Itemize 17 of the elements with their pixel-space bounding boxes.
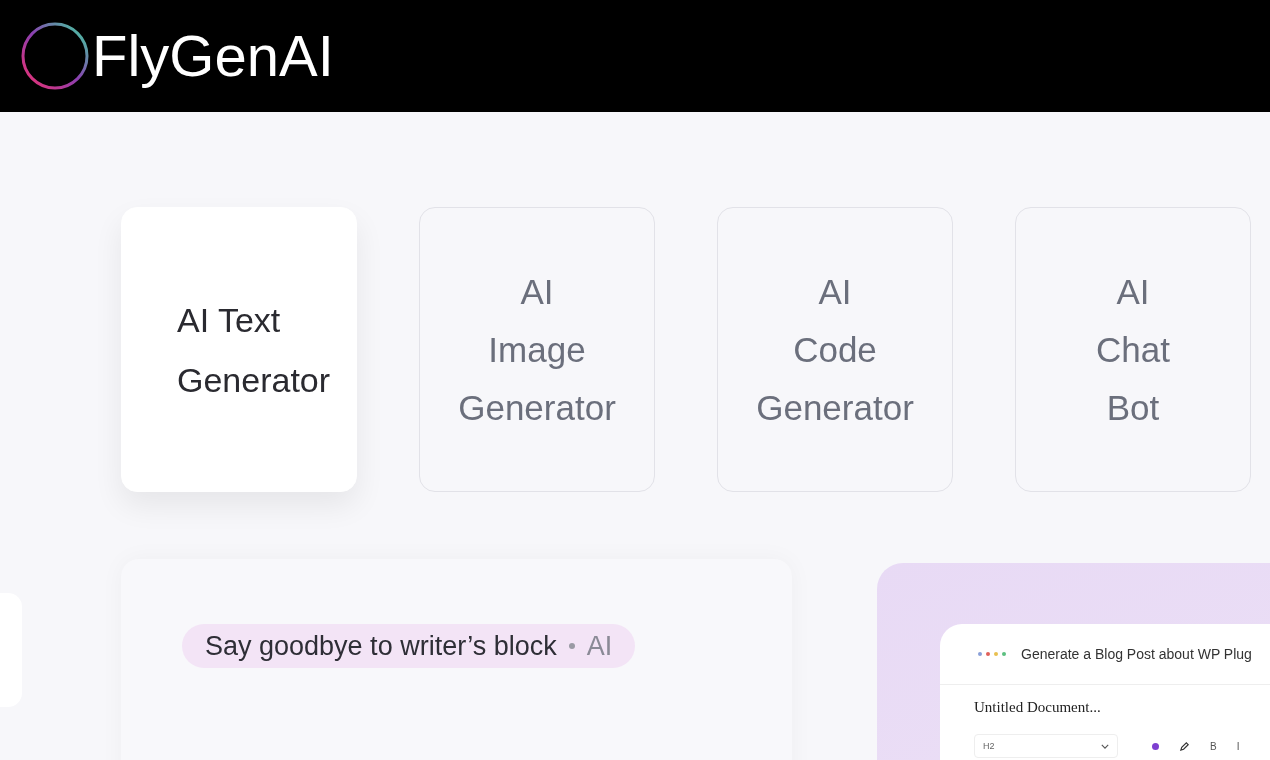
badge-tag: AI <box>586 630 613 662</box>
separator-dot-icon <box>568 643 575 649</box>
generator-tab[interactable]: AI Code Generator <box>717 207 953 492</box>
generator-tab[interactable]: AI Image Generator <box>419 207 655 492</box>
generator-tab[interactable]: AI Text Generator <box>121 207 357 492</box>
format-button[interactable]: I <box>1236 740 1240 752</box>
prompt-text: Generate a Blog Post about WP Plug <box>1021 646 1252 662</box>
pen-icon[interactable] <box>1179 740 1190 752</box>
color-dot-icon[interactable] <box>1152 742 1159 750</box>
document-title: Untitled Document... <box>974 699 1102 716</box>
badge-text: Say goodbye to writer’s block <box>205 630 557 662</box>
heading-select[interactable]: H2 <box>974 734 1118 758</box>
dots-icon <box>977 651 1007 657</box>
generator-tab[interactable]: AI Chat Bot <box>1015 207 1251 492</box>
chevron-down-icon <box>1101 743 1109 749</box>
format-button[interactable]: B <box>1210 740 1217 752</box>
ring-logo-icon <box>20 21 90 91</box>
